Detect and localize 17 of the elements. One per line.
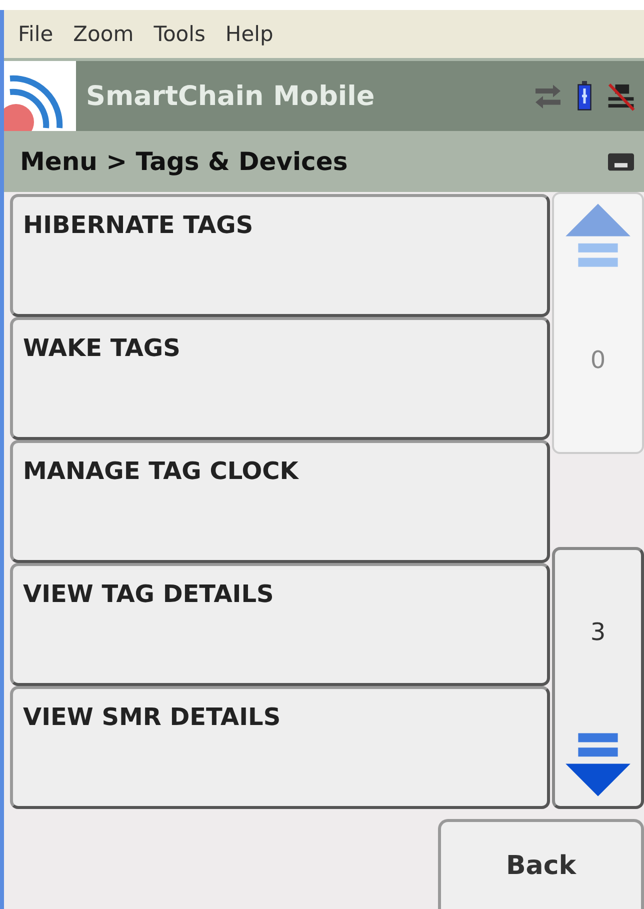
menu-item-button[interactable]: MANAGE TAG CLOCK [10, 440, 550, 563]
app-title: SmartChain Mobile [86, 80, 376, 112]
menu-item-button[interactable]: HIBERNATE TAGS [10, 194, 550, 317]
menu-item-button[interactable]: VIEW TAG DETAILS [10, 563, 550, 686]
menu-item[interactable]: Help [225, 22, 274, 46]
menu-item-button[interactable]: WAKE TAGS [10, 317, 550, 440]
menu-item[interactable]: Zoom [73, 22, 134, 46]
disconnected-icon [606, 81, 636, 112]
page-down-button[interactable]: 3 [552, 547, 644, 809]
back-button[interactable]: Back [438, 819, 644, 909]
menu-item[interactable]: Tools [154, 22, 206, 46]
battery-icon [577, 81, 592, 112]
breadcrumb: Menu > Tags & Devices [20, 147, 348, 176]
logo-icon [4, 61, 76, 132]
menu-item-button[interactable]: VIEW SMR DETAILS [10, 686, 550, 809]
keyboard-icon[interactable] [608, 152, 634, 171]
menu-item[interactable]: File [18, 22, 54, 46]
